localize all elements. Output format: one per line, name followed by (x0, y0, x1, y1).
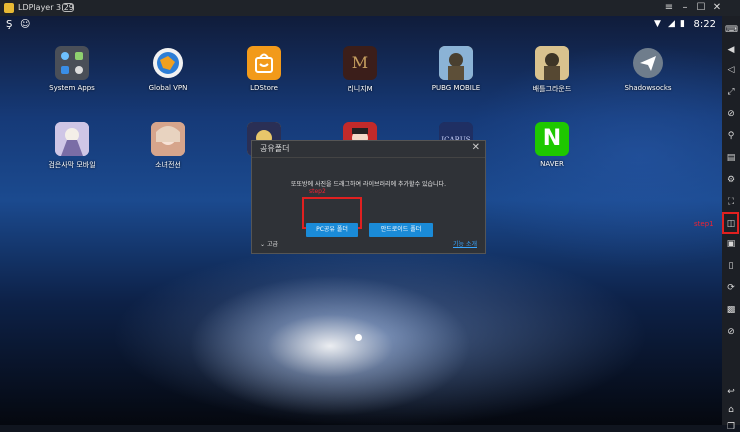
android-folder-button[interactable]: 안드로이드 폴더 (369, 223, 433, 237)
lock-icon[interactable]: ⊘ (725, 108, 737, 120)
ldstore-bag-icon (247, 46, 281, 80)
advanced-toggle[interactable]: ⌄ 고급 (260, 239, 278, 248)
dialog-title: 공유폴더 (252, 141, 485, 158)
chevron-down-icon: ⌄ (260, 241, 267, 248)
pc-shared-folder-button[interactable]: PC공유 폴더 (306, 223, 358, 237)
close-window-icon[interactable]: ✕ (710, 1, 724, 15)
feature-intro-link[interactable]: 기능 소개 (453, 239, 477, 248)
app-lineage-m[interactable]: M 리니지M (315, 46, 405, 94)
pubg-icon (439, 46, 473, 80)
android-icon: ☺ (20, 19, 31, 30)
volume-down-icon[interactable]: ◁ (725, 64, 737, 76)
app-black-desert-mobile[interactable]: 검은사막 모바일 (27, 122, 117, 170)
lineage-m-icon: M (343, 46, 377, 80)
shared-folder-icon[interactable]: ▣ (725, 238, 737, 250)
recents-icon[interactable]: ❐ (725, 422, 737, 432)
ldplayer-logo-icon (4, 3, 14, 13)
app-global-vpn[interactable]: Global VPN (123, 46, 213, 92)
battlegrounds-icon (535, 46, 569, 80)
menu-icon[interactable]: ≡ (662, 1, 676, 15)
app-battlegrounds-kr[interactable]: 배틀그라운드 (507, 46, 597, 94)
step1-annotation: step1 (694, 220, 714, 228)
battery-icon: ▮ (680, 19, 685, 29)
minimize-icon[interactable]: – (678, 1, 692, 15)
close-icon[interactable]: ✕ (472, 142, 480, 153)
system-apps-folder-icon (55, 46, 89, 80)
disable-icon[interactable]: ⊘ (725, 326, 737, 338)
keyboard-icon[interactable]: ⌨ (725, 24, 738, 36)
settings-icon[interactable]: ⚙ (725, 174, 737, 186)
gamepad-icon[interactable] (62, 3, 74, 12)
launcher-s-icon: Ş (6, 19, 13, 30)
girls-frontline-icon (151, 122, 185, 156)
screenshot-icon[interactable]: ⛶ (725, 196, 737, 208)
rotate-icon[interactable]: ▯ (725, 260, 737, 272)
title-bar: LDPlayer 3.29 ≡ – ☐ ✕ (0, 0, 740, 16)
home-icon[interactable]: ⌂ (725, 404, 737, 416)
globe-icon (151, 46, 185, 80)
naver-icon: N (535, 122, 569, 156)
shared-folder-dialog: 공유폴더 ✕ 또또방에 사진을 드래그하여 라이브러리에 추가할수 있습니다. … (251, 140, 486, 254)
page-indicator (355, 334, 362, 341)
black-desert-icon (55, 122, 89, 156)
signal-icon: ◢ (668, 19, 675, 29)
volume-up-icon[interactable]: ◀ (725, 44, 737, 56)
location-icon[interactable]: ⚲ (725, 130, 737, 142)
maximize-icon[interactable]: ☐ (694, 1, 708, 15)
sync-icon[interactable]: ⟳ (725, 282, 737, 294)
clock: 8:22 (693, 19, 716, 30)
app-girls-frontline[interactable]: 소녀전선 (123, 122, 213, 170)
app-pubg-mobile[interactable]: PUBG MOBILE (411, 46, 501, 92)
back-icon[interactable]: ↩ (725, 386, 737, 398)
app-system-apps[interactable]: System Apps (27, 46, 117, 92)
status-bar: Ş ☺ ▼ ◢ ▮ 8:22 (0, 16, 722, 34)
apk-install-icon[interactable]: ▤ (725, 152, 737, 164)
svg-text:M: M (352, 53, 368, 72)
image-icon[interactable]: ▩ (725, 304, 737, 316)
step2-annotation: step2 (309, 188, 326, 195)
app-shadowsocks[interactable]: Shadowsocks (603, 46, 693, 92)
fullscreen-icon[interactable]: ⤢ (725, 86, 737, 98)
app-ldstore[interactable]: LDStore (219, 46, 309, 92)
paper-plane-icon (631, 46, 665, 80)
wifi-icon: ▼ (654, 19, 661, 29)
dialog-message: 또또방에 사진을 드래그하여 라이브러리에 추가할수 있습니다. (291, 181, 446, 188)
step1-highlight-box (722, 212, 739, 234)
app-naver[interactable]: N NAVER (507, 122, 597, 168)
